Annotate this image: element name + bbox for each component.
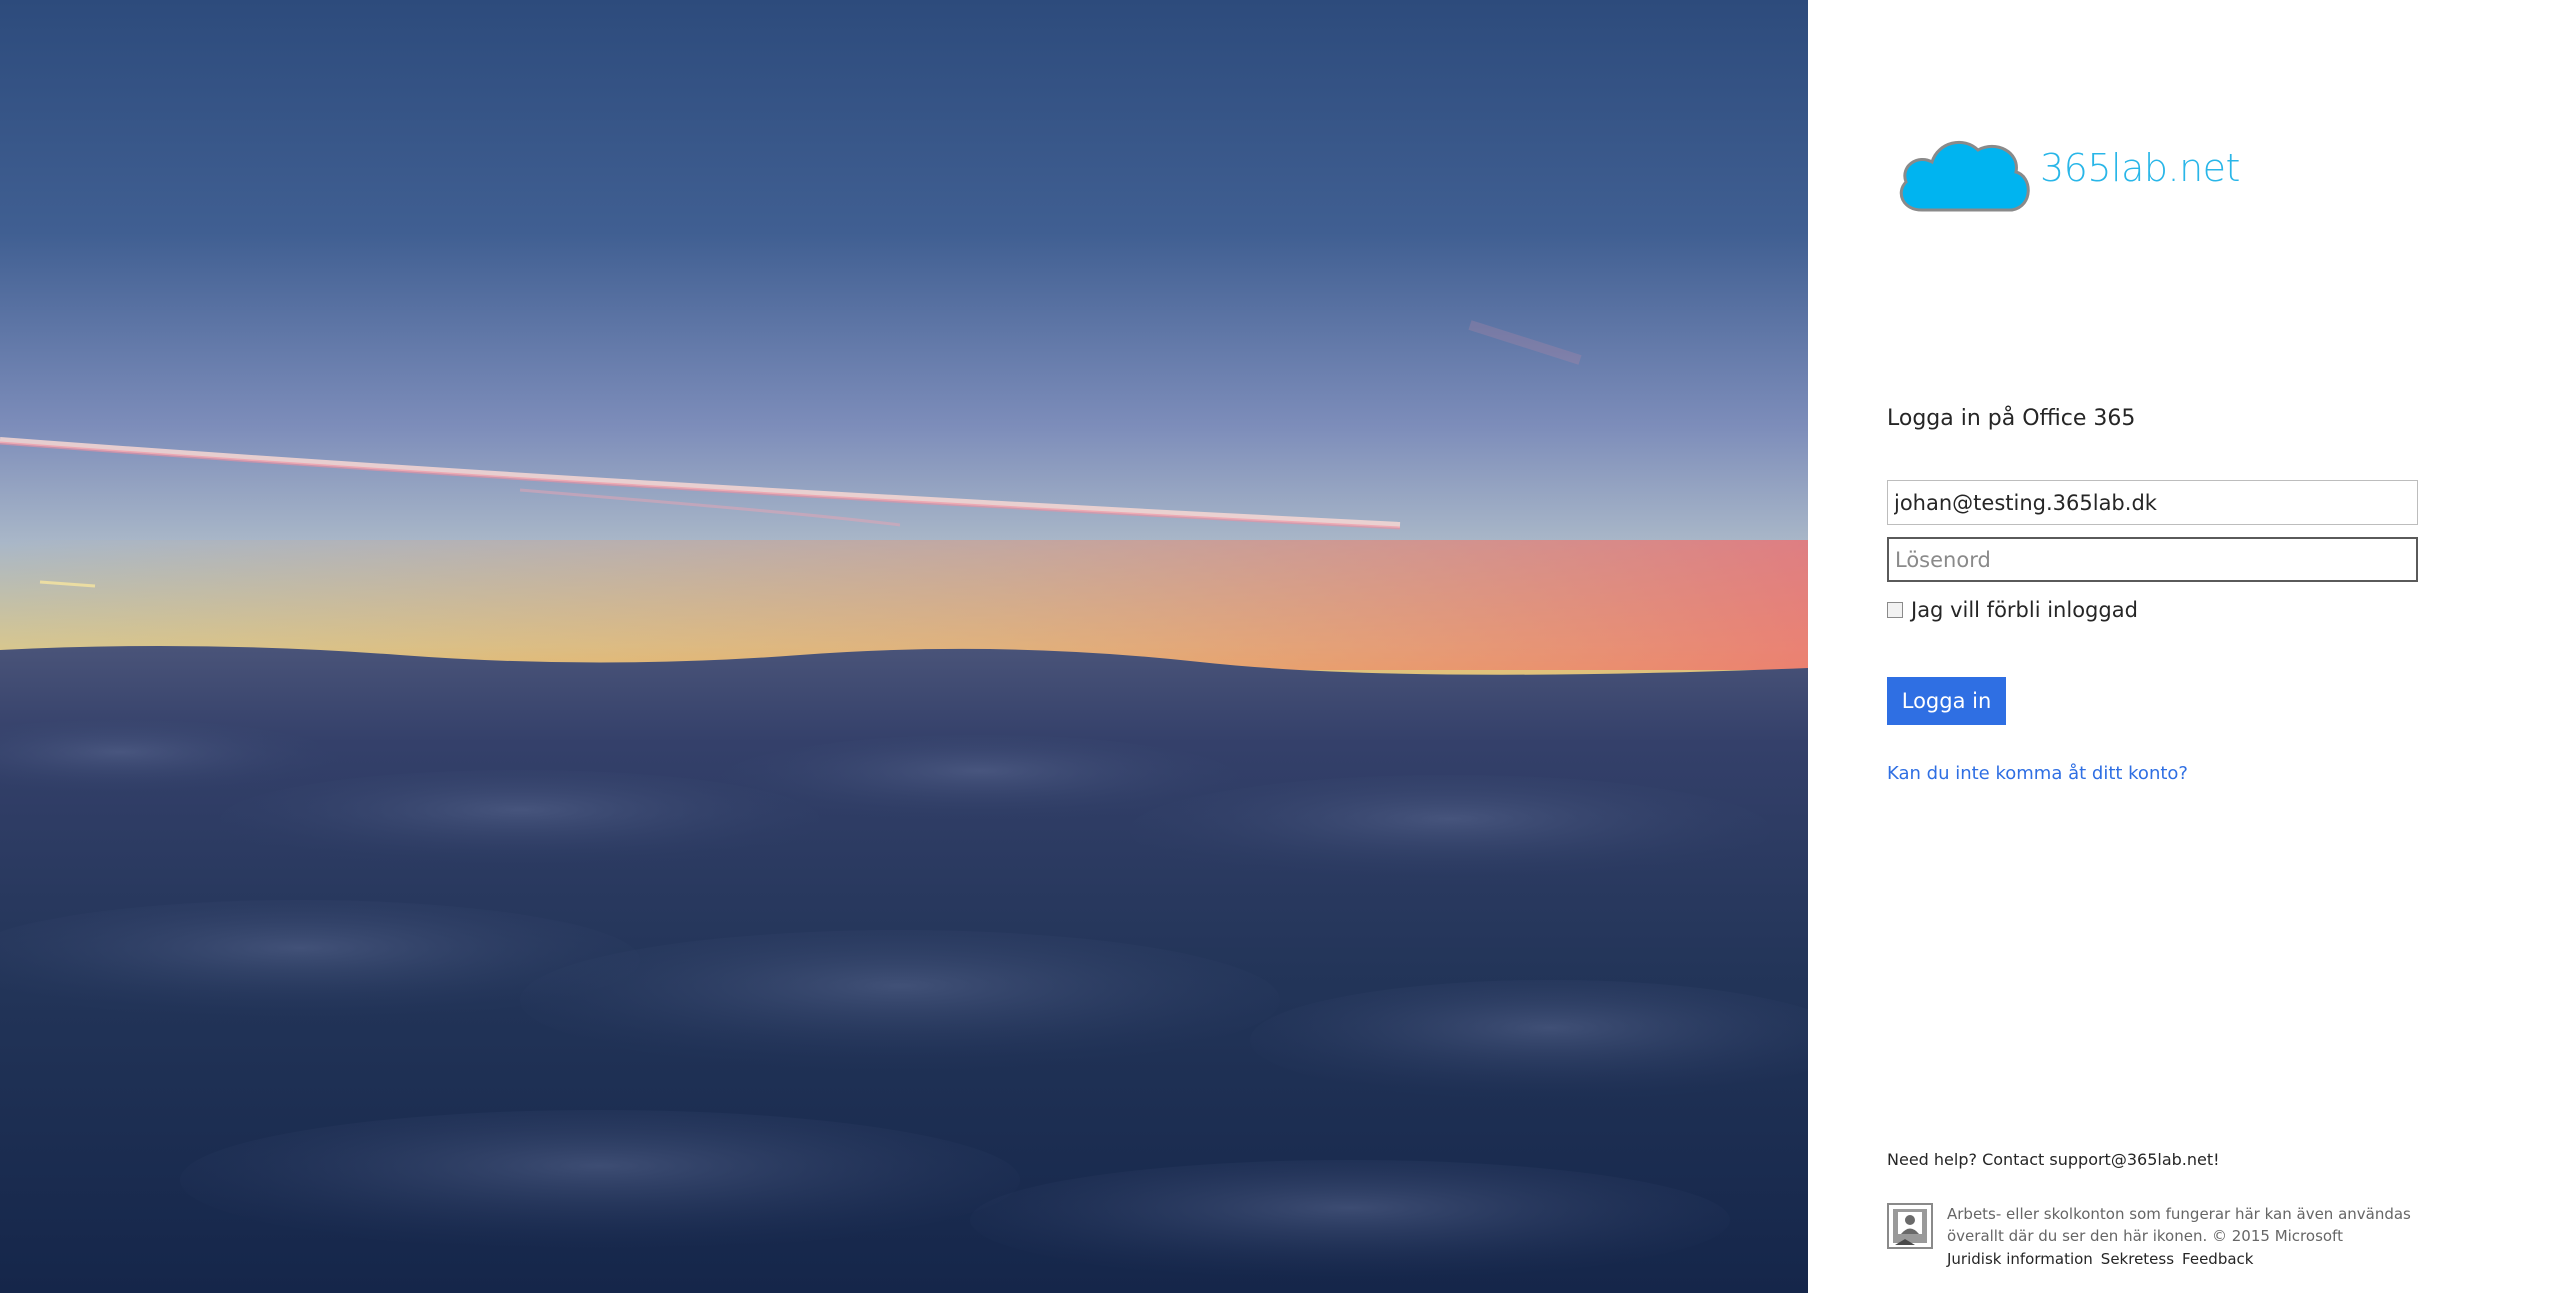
footer-description: Arbets- eller skolkonton som fungerar hä…	[1947, 1205, 2411, 1245]
footer-links: Juridisk information Sekretess Feedback	[1947, 1248, 2447, 1270]
brand-logo: 365lab.net	[1892, 118, 2240, 218]
password-field[interactable]	[1887, 537, 2418, 582]
remember-checkbox[interactable]	[1887, 602, 1903, 618]
work-account-badge-icon	[1887, 1203, 1933, 1249]
background-illustration	[0, 0, 1808, 1293]
signin-page: 365lab.net Logga in på Office 365 Jag vi…	[0, 0, 2559, 1293]
remember-me[interactable]: Jag vill förbli inloggad	[1887, 598, 2138, 622]
legal-link[interactable]: Juridisk information	[1947, 1248, 2093, 1270]
help-text: Need help? Contact support@365lab.net!	[1887, 1150, 2220, 1169]
remember-label: Jag vill förbli inloggad	[1911, 598, 2138, 622]
brand-name: 365lab.net	[2040, 146, 2240, 190]
footer: Arbets- eller skolkonton som fungerar hä…	[1887, 1203, 2447, 1270]
sunset-over-clouds-image	[0, 0, 1808, 1293]
privacy-link[interactable]: Sekretess	[2101, 1248, 2174, 1270]
cant-access-link[interactable]: Kan du inte komma åt ditt konto?	[1887, 763, 2188, 784]
signin-pane: 365lab.net Logga in på Office 365 Jag vi…	[1808, 0, 2559, 1293]
feedback-link[interactable]: Feedback	[2182, 1248, 2253, 1270]
cloud-icon	[1899, 140, 2030, 212]
signin-button[interactable]: Logga in	[1887, 677, 2006, 725]
footer-text-block: Arbets- eller skolkonton som fungerar hä…	[1947, 1203, 2447, 1270]
email-field[interactable]	[1887, 480, 2418, 525]
signin-heading: Logga in på Office 365	[1887, 406, 2136, 431]
